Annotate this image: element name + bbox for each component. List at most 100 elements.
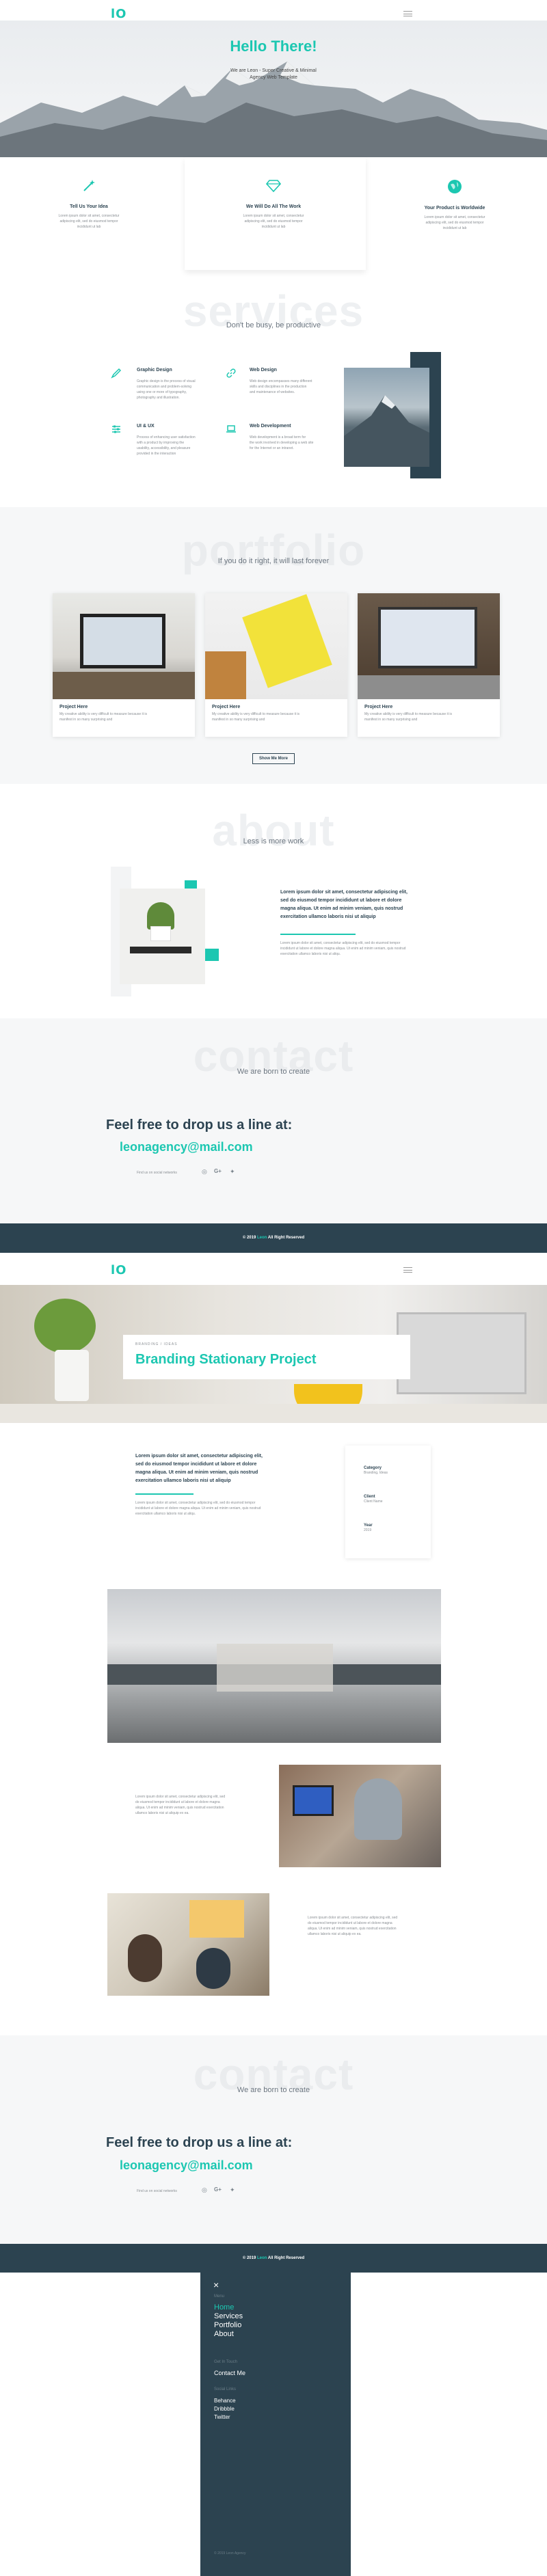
service-text: for the Internet or an intranet. <box>250 446 294 450</box>
intro-paragraph: exercitation ullamco laboris nisi ut ali… <box>135 1512 196 1516</box>
contact-tagline: We are born to create <box>237 2086 310 2094</box>
project-image <box>53 593 195 699</box>
contact-headline: Feel free to drop us a line at: <box>106 1117 293 1133</box>
project-text: manifest in so many surprising and <box>59 718 113 722</box>
feature-title: We Will Do All The Work <box>245 204 302 209</box>
instagram-icon[interactable]: ◎ <box>202 1168 207 1176</box>
intro-bold-text: magna aliqua. Ut enim ad minim veniam, q… <box>135 1470 258 1475</box>
menu-link-dribbble[interactable]: Dribbble <box>214 2405 236 2413</box>
show-more-button[interactable]: Show Me More <box>252 753 295 764</box>
intro-paragraph: Lorem ipsum dolor sit amet, consectetur … <box>135 1501 256 1505</box>
about-image <box>120 889 205 984</box>
logo[interactable]: lO <box>111 7 126 21</box>
project-title: Project Here <box>364 705 393 709</box>
feature-3: Your Product is Worldwide Lorem ipsum do… <box>414 179 496 231</box>
block-paragraph: ullamco laboris nisi ut aliquip ex ea. <box>308 1932 362 1936</box>
sliders-icon <box>112 425 120 433</box>
close-icon[interactable]: × <box>213 2279 219 2290</box>
project-text: My creative ability is very difficult to… <box>59 712 148 716</box>
social-label: Find us on social networks <box>137 2189 177 2193</box>
menu-item-about[interactable]: About <box>214 2330 243 2339</box>
monitor-decor <box>397 1312 526 1394</box>
menu-link-behance[interactable]: Behance <box>214 2397 236 2405</box>
footer-rights: All Right Reserved <box>267 2256 305 2260</box>
footer-brand-link[interactable]: Leon <box>257 1236 267 1240</box>
twitter-icon[interactable]: ✦ <box>230 2186 235 2194</box>
google-plus-icon[interactable]: G+ <box>214 1168 222 1174</box>
feature-text: Lorem ipsum dolor sit amet, consectetur <box>424 215 485 219</box>
feature-text: Lorem ipsum dolor sit amet, consectetur <box>243 214 304 218</box>
footer: © 2019 Leon All Right Reserved <box>0 1223 547 1253</box>
hero-subtitle-line1: We are Leon - Super Creative & Minimal <box>230 68 317 73</box>
footer-brand-link[interactable]: Leon <box>257 2256 267 2260</box>
logo[interactable]: lO <box>111 1263 126 1277</box>
service-text: Graphic design is the process of visual <box>137 379 196 383</box>
hamburger-menu-icon[interactable] <box>403 1267 412 1273</box>
project-card[interactable]: Project Here My creative ability is very… <box>53 593 195 737</box>
footer-copyright: © 2019 <box>242 2256 256 2260</box>
menu-item-services[interactable]: Services <box>214 2312 243 2321</box>
service-text: photography and illustration. <box>137 396 180 400</box>
laptop-icon <box>226 425 236 433</box>
service-text: Process of enhancing user satisfaction <box>137 435 196 439</box>
meta-item: Client Client Name <box>364 1495 383 1504</box>
menu-nav: Home Services Portfolio About <box>214 2303 243 2339</box>
menu-item-portfolio[interactable]: Portfolio <box>214 2321 243 2330</box>
feature-text: adipiscing elit, sed do eiusmod tempor <box>59 219 118 223</box>
about-paragraph: Lorem ipsum dolor sit amet, consectetur … <box>280 941 401 945</box>
instagram-icon[interactable]: ◎ <box>202 2186 207 2194</box>
menu-item-contact[interactable]: Contact Me <box>214 2370 245 2376</box>
footer-rights: All Right Reserved <box>267 1236 305 1240</box>
service-text: Web design encompasses many different <box>250 379 312 383</box>
service-title: Web Design <box>250 368 277 372</box>
hamburger-menu-icon[interactable] <box>403 11 412 16</box>
hero-subtitle-line2: Agency Web Template <box>250 75 297 80</box>
service-text: with a product by improving the <box>137 441 185 445</box>
feature-text: incididunt ut lab <box>261 225 286 229</box>
project-intro: Lorem ipsum dolor sit amet, consectetur … <box>135 1452 306 1517</box>
menu-section-label: Get In Touch <box>214 2360 237 2364</box>
feature-text: incididunt ut lab <box>442 226 467 230</box>
office-image-desk <box>279 1765 441 1867</box>
twitter-icon[interactable]: ✦ <box>230 1168 235 1176</box>
service-text: and maintenance of websites. <box>250 390 295 394</box>
services-image <box>344 368 429 467</box>
meta-value: 2019 <box>364 1528 372 1532</box>
footer-copyright: © 2019 <box>242 1236 256 1240</box>
intro-paragraph: incididunt ut labore et dolore magna ali… <box>135 1506 261 1510</box>
project-card[interactable]: Project Here My creative ability is very… <box>358 593 500 737</box>
project-image <box>358 593 500 699</box>
meta-value: Branding, Ideas <box>364 1471 388 1475</box>
google-plus-icon[interactable]: G+ <box>214 2186 222 2193</box>
block-paragraph: ullamco laboris nisi ut aliquip ex ea. <box>135 1811 189 1815</box>
meta-item: Category Branding, Ideas <box>364 1466 388 1476</box>
meta-item: Year 2019 <box>364 1523 373 1533</box>
feature-text: Lorem ipsum dolor sit amet, consectetur <box>58 214 120 218</box>
diamond-icon <box>265 180 282 193</box>
project-block-2: Lorem ipsum dolor sit amet, consectetur … <box>308 1915 444 1937</box>
plant-decor <box>34 1299 96 1353</box>
service-text: usability, accessibility, and pleasure <box>137 446 191 450</box>
menu-item-home[interactable]: Home <box>214 2303 243 2312</box>
intro-bold-text: sed do eiusmod tempor incididunt ut labo… <box>135 1462 257 1467</box>
contact-email[interactable]: leonagency@mail.com <box>120 2158 253 2173</box>
social-label: Find us on social networks <box>137 1171 177 1175</box>
feature-1: Tell Us Your Idea Lorem ipsum dolor sit … <box>48 179 130 230</box>
project-text: My creative ability is very difficult to… <box>364 712 453 716</box>
service-text: provided in the interaction <box>137 452 176 456</box>
menu-link-twitter[interactable]: Twitter <box>214 2413 236 2422</box>
contact-email[interactable]: leonagency@mail.com <box>120 1140 253 1154</box>
menu-social-links: Behance Dribbble Twitter <box>214 2397 236 2422</box>
about-bigword: about <box>212 806 335 855</box>
block-paragraph: aliqua. Ut enim ad minim veniam, quis no… <box>135 1806 224 1810</box>
intro-divider <box>135 1493 194 1495</box>
project-card[interactable]: Project Here My creative ability is very… <box>205 593 347 737</box>
contact-headline: Feel free to drop us a line at: <box>106 2135 293 2150</box>
about-bold-text: exercitation ullamco laboris nisi ut ali… <box>280 914 376 919</box>
project-text: My creative ability is very difficult to… <box>212 712 300 716</box>
menu-section-label: Menu <box>214 2294 225 2299</box>
service-title: UI & UX <box>137 424 155 429</box>
menu-section-label: Social Links <box>214 2387 237 2391</box>
project-image <box>205 593 347 699</box>
block-paragraph: aliqua. Ut enim ad minim veniam, quis no… <box>308 1927 397 1931</box>
